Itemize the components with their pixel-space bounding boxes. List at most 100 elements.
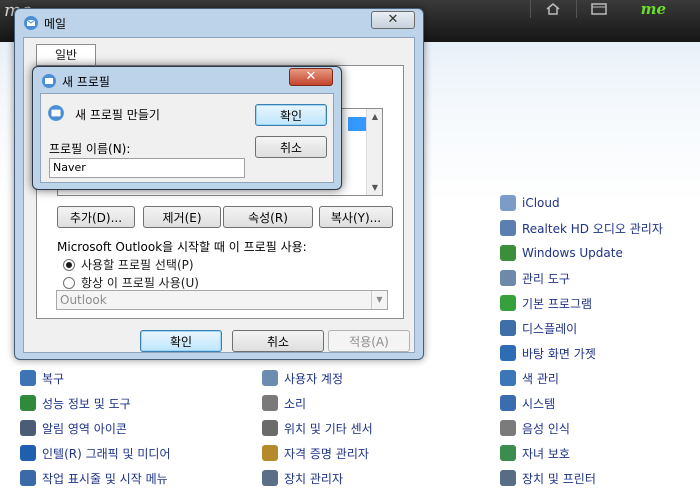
radio-dot-selected[interactable] xyxy=(63,258,75,271)
control-panel-item-label: 알림 영역 아이콘 xyxy=(42,421,127,436)
remove-profile-button[interactable]: 제거(E) xyxy=(143,206,221,228)
control-panel-item-label: iCloud xyxy=(522,196,560,210)
control-panel-item[interactable]: 장치 관리자 xyxy=(262,469,343,487)
mail-icon xyxy=(42,74,56,88)
mail-close-button[interactable]: ✕ xyxy=(371,11,415,29)
scroll-down-arrow-icon[interactable]: ▼ xyxy=(367,183,383,192)
control-panel-item-label: 바탕 화면 가젯 xyxy=(522,346,596,361)
control-panel-item[interactable]: 색 관리 xyxy=(500,369,559,387)
home-icon xyxy=(546,3,559,15)
taskbar-icon xyxy=(20,470,36,486)
new-profile-heading: 새 프로필 만들기 xyxy=(75,108,160,122)
control-panel-item-label: Realtek HD 오디오 관리자 xyxy=(522,221,663,236)
microphone-icon xyxy=(500,420,516,436)
control-panel-item[interactable]: 자격 증명 관리자 xyxy=(262,444,369,462)
performance-icon xyxy=(20,395,36,411)
control-panel-item-label: 시스템 xyxy=(522,396,556,411)
control-panel-item[interactable]: 사용자 계정 xyxy=(262,369,343,387)
display-icon xyxy=(500,320,516,336)
control-panel-item[interactable]: 음성 인식 xyxy=(500,419,570,437)
home-button[interactable] xyxy=(530,0,574,18)
window-button[interactable] xyxy=(576,0,620,18)
control-panel-item[interactable]: 자녀 보호 xyxy=(500,444,570,462)
new-profile-cancel-button[interactable]: 취소 xyxy=(255,136,327,158)
profile-combo: Outlook ▼ xyxy=(56,290,388,310)
control-panel-item-label: 위치 및 기타 센서 xyxy=(284,421,373,436)
control-panel-item-label: 자녀 보호 xyxy=(522,446,570,461)
list-selected-item[interactable] xyxy=(348,117,366,131)
control-panel-item-label: 색 관리 xyxy=(522,371,559,386)
control-panel-item-label: 복구 xyxy=(42,371,65,386)
control-panel-item-label: 음성 인식 xyxy=(522,421,570,436)
cancel-button[interactable]: 취소 xyxy=(232,330,324,352)
radio-prompt-profile[interactable]: 사용할 프로필 선택(P) xyxy=(63,256,194,273)
profile-combo-value: Outlook xyxy=(60,293,107,307)
radio-dot[interactable] xyxy=(63,276,75,289)
control-panel-item-label: 디스플레이 xyxy=(522,321,578,336)
control-panel-item[interactable]: 복구 xyxy=(20,369,64,387)
control-panel-item-label: 관리 도구 xyxy=(522,271,570,286)
control-panel-item[interactable]: 장치 및 프린터 xyxy=(500,469,596,487)
color-management-icon xyxy=(500,370,516,386)
control-panel-item[interactable]: 알림 영역 아이콘 xyxy=(20,419,127,437)
control-panel-item[interactable]: 성능 정보 및 도구 xyxy=(20,394,131,412)
control-panel-item[interactable]: 기본 프로그램 xyxy=(500,294,592,312)
combo-dropdown-icon: ▼ xyxy=(371,291,387,309)
profile-list-scrollbar[interactable]: ▲ ▼ xyxy=(366,109,382,195)
control-panel-item[interactable]: 디스플레이 xyxy=(500,319,577,337)
copy-profile-button[interactable]: 복사(Y)... xyxy=(319,206,393,228)
control-panel-item[interactable]: 인텔(R) 그래픽 및 미디어 xyxy=(20,444,171,462)
new-profile-title: 새 프로필 xyxy=(62,74,110,89)
control-panel-item-label: 장치 관리자 xyxy=(284,471,344,486)
add-profile-button[interactable]: 추가(D)... xyxy=(57,206,135,228)
control-panel-item[interactable]: Realtek HD 오디오 관리자 xyxy=(500,219,663,237)
properties-button[interactable]: 속성(R) xyxy=(223,206,313,228)
profile-name-input[interactable]: Naver xyxy=(49,158,245,178)
control-panel-item-label: 성능 정보 및 도구 xyxy=(42,396,131,411)
control-panel-item[interactable]: 위치 및 기타 센서 xyxy=(262,419,373,437)
brand-logo-right: me xyxy=(640,0,666,18)
notification-icon xyxy=(20,420,36,436)
sensor-icon xyxy=(262,420,278,436)
mail-icon xyxy=(24,16,38,30)
scroll-up-arrow-icon[interactable]: ▲ xyxy=(367,112,383,121)
gadgets-icon xyxy=(500,345,516,361)
parental-controls-icon xyxy=(500,445,516,461)
control-panel-item-label: 소리 xyxy=(284,396,307,411)
user-accounts-icon xyxy=(262,370,278,386)
control-panel-item[interactable]: 관리 도구 xyxy=(500,269,570,287)
mail-dialog-title: 메일 xyxy=(44,16,67,31)
control-panel-item[interactable]: 소리 xyxy=(262,394,306,412)
default-programs-icon xyxy=(500,295,516,311)
startup-profile-label: Microsoft Outlook을 시작할 때 이 프로필 사용: xyxy=(57,240,307,254)
control-panel-item-label: Windows Update xyxy=(522,246,623,260)
control-panel-item-label: 인텔(R) 그래픽 및 미디어 xyxy=(42,446,171,461)
windows-update-icon xyxy=(500,245,516,261)
system-icon xyxy=(500,395,516,411)
device-manager-icon xyxy=(262,470,278,486)
control-panel-item-label: 사용자 계정 xyxy=(284,371,344,386)
profile-icon xyxy=(48,105,64,121)
mail-dialog-titlebar: 메일 xyxy=(23,13,66,33)
new-profile-ok-button[interactable]: 확인 xyxy=(255,104,327,126)
control-panel-item-label: 자격 증명 관리자 xyxy=(284,446,369,461)
control-panel-item[interactable]: 바탕 화면 가젯 xyxy=(500,344,596,362)
credential-icon xyxy=(262,445,278,461)
new-profile-body: 새 프로필 만들기 프로필 이름(N): Naver 확인 취소 xyxy=(40,93,334,183)
control-panel-item[interactable]: iCloud xyxy=(500,194,560,212)
control-panel-item[interactable]: 시스템 xyxy=(500,394,555,412)
ok-button[interactable]: 확인 xyxy=(140,330,222,352)
new-profile-dialog: 새 프로필 ✕ 새 프로필 만들기 프로필 이름(N): Naver 확인 취소 xyxy=(32,66,342,190)
radio-prompt-label: 사용할 프로필 선택(P) xyxy=(81,258,194,272)
tools-icon xyxy=(500,270,516,286)
speaker-icon xyxy=(500,220,516,236)
apply-button: 적용(A) xyxy=(328,330,410,352)
radio-always-profile[interactable]: 항상 이 프로필 사용(U) xyxy=(63,274,199,291)
control-panel-item[interactable]: 작업 표시줄 및 시작 메뉴 xyxy=(20,469,168,487)
control-panel-item[interactable]: Windows Update xyxy=(500,244,623,262)
radio-always-label: 항상 이 프로필 사용(U) xyxy=(81,276,199,290)
printer-icon xyxy=(500,470,516,486)
new-profile-close-button[interactable]: ✕ xyxy=(289,68,333,86)
tab-general[interactable]: 일반 xyxy=(36,44,96,66)
cloud-icon xyxy=(500,195,516,211)
